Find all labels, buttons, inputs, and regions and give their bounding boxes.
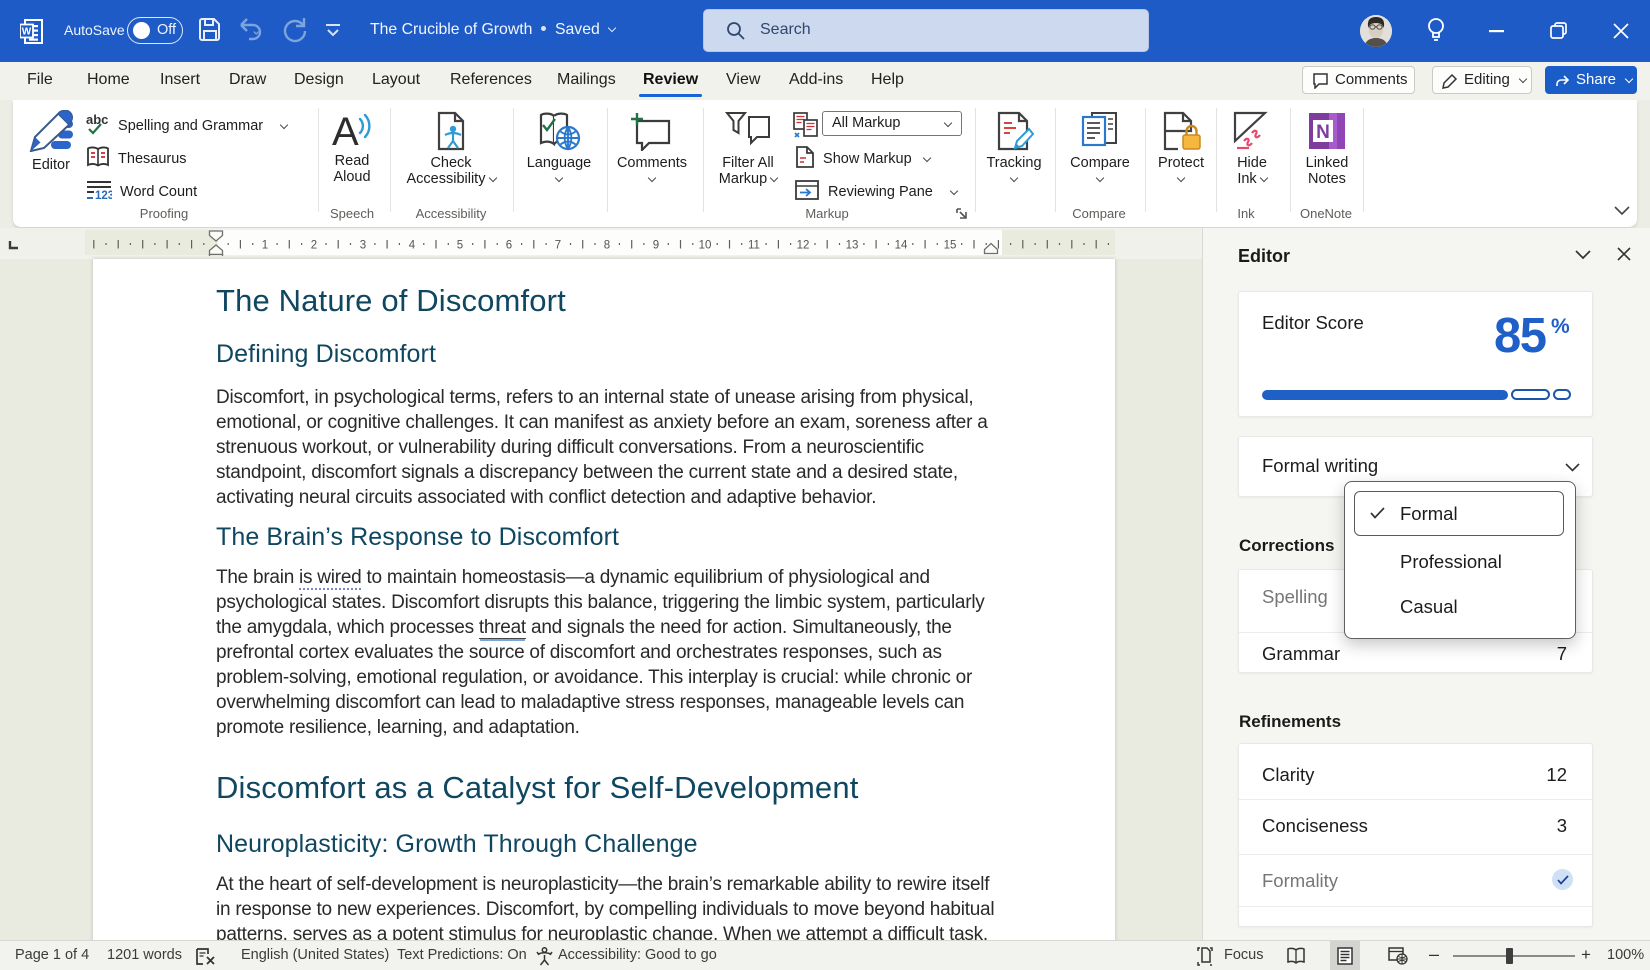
svg-text:8: 8 <box>604 240 610 252</box>
svg-text:13: 13 <box>846 240 859 252</box>
svg-text:1: 1 <box>262 240 268 252</box>
svg-text:4: 4 <box>409 240 416 252</box>
svg-text:5: 5 <box>457 240 463 252</box>
svg-text:3: 3 <box>360 240 366 252</box>
svg-text:10: 10 <box>699 240 712 252</box>
svg-text:A: A <box>332 111 359 151</box>
svg-text:6: 6 <box>506 240 512 252</box>
svg-text:11: 11 <box>748 240 760 252</box>
svg-text:15: 15 <box>944 240 957 252</box>
svg-text:123: 123 <box>95 190 112 201</box>
svg-text:abc: abc <box>86 113 108 127</box>
svg-text:14: 14 <box>895 240 908 252</box>
svg-text:7: 7 <box>555 240 561 252</box>
svg-text:2: 2 <box>311 240 317 252</box>
svg-text:12: 12 <box>797 240 810 252</box>
svg-text:9: 9 <box>653 240 659 252</box>
svg-text:W: W <box>22 27 32 38</box>
svg-text:N: N <box>1316 122 1330 143</box>
